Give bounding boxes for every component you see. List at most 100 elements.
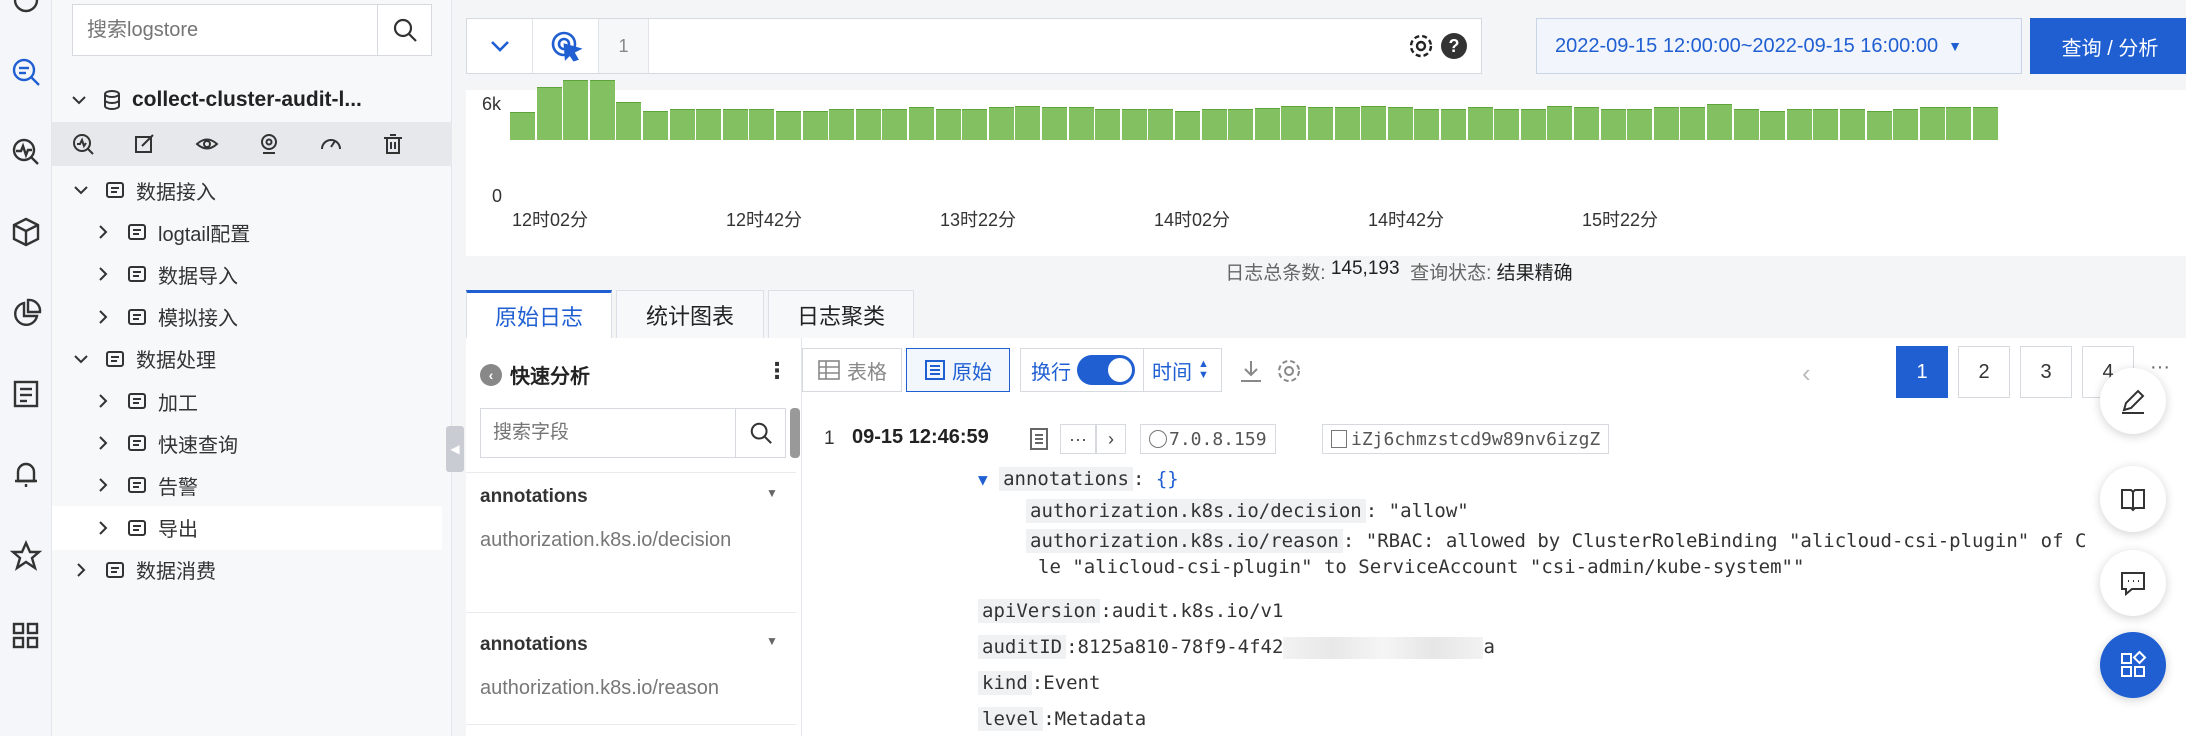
- tree-item[interactable]: 告警: [52, 463, 452, 507]
- project-row[interactable]: collect-cluster-audit-l...: [52, 78, 452, 122]
- histogram-bar[interactable]: [1467, 107, 1493, 140]
- query-analyze-button[interactable]: 查询 / 分析: [2030, 18, 2186, 74]
- raw-view-button[interactable]: 原始: [906, 348, 1010, 392]
- page-3-button[interactable]: 3: [2020, 346, 2072, 398]
- histogram-bar[interactable]: [1042, 107, 1068, 140]
- pie-chart-icon[interactable]: [0, 286, 52, 342]
- histogram-bar[interactable]: [1707, 104, 1733, 140]
- delete-action[interactable]: [362, 122, 424, 166]
- histogram-bar[interactable]: [1148, 109, 1174, 140]
- histogram-bar[interactable]: [643, 110, 669, 140]
- table-view-button[interactable]: 表格: [802, 348, 902, 392]
- histogram-bar[interactable]: [1387, 107, 1413, 140]
- chevron-down-icon[interactable]: [72, 181, 90, 199]
- histogram-bar[interactable]: [1201, 109, 1227, 140]
- collapse-triangle-icon[interactable]: ▼: [978, 470, 988, 489]
- histogram-bar[interactable]: [1733, 109, 1759, 140]
- histogram-bar[interactable]: [1494, 109, 1520, 140]
- tab-log-cluster[interactable]: 日志聚类: [768, 290, 914, 338]
- histogram-bar[interactable]: [1520, 109, 1546, 140]
- grid-apps-icon[interactable]: [0, 608, 52, 664]
- histogram-bar[interactable]: [669, 109, 695, 140]
- histogram-bar[interactable]: [1760, 110, 1786, 140]
- chevron-right-icon[interactable]: [94, 519, 112, 537]
- chevron-right-icon[interactable]: [72, 561, 90, 579]
- field-search-button[interactable]: [735, 409, 785, 457]
- histogram-bar[interactable]: [882, 109, 908, 140]
- histogram-bar[interactable]: [1015, 105, 1041, 140]
- tab-raw-logs[interactable]: 原始日志: [466, 290, 612, 338]
- chevron-right-icon[interactable]: [94, 223, 112, 241]
- query-assistant-button[interactable]: [533, 19, 599, 73]
- cube-icon[interactable]: [0, 204, 52, 260]
- prev-page-icon[interactable]: ‹: [1802, 358, 1811, 389]
- chevron-right-icon[interactable]: [94, 308, 112, 326]
- query-collapse-button[interactable]: [467, 19, 533, 73]
- tree-item[interactable]: 导出: [52, 505, 442, 550]
- query-editor[interactable]: [649, 19, 1407, 73]
- histogram-bar[interactable]: [1893, 109, 1919, 140]
- expand-caret-icon[interactable]: ▼: [766, 634, 778, 648]
- page-2-button[interactable]: 2: [1958, 346, 2010, 398]
- preview-action[interactable]: [176, 122, 238, 166]
- collapse-left-icon[interactable]: ‹: [480, 363, 502, 386]
- more-actions-button[interactable]: ···: [1060, 424, 1096, 454]
- histogram-bar[interactable]: [1254, 108, 1280, 140]
- histogram-bar[interactable]: [1680, 107, 1706, 140]
- tree-item[interactable]: 数据接入: [52, 168, 452, 212]
- chevron-right-icon[interactable]: [94, 265, 112, 283]
- chevron-right-icon[interactable]: [94, 392, 112, 410]
- histogram-bar[interactable]: [776, 110, 802, 140]
- logstore-search-input[interactable]: [73, 5, 377, 55]
- histogram-bar[interactable]: [909, 107, 935, 140]
- histogram-bar[interactable]: [1414, 109, 1440, 140]
- histogram-bar[interactable]: [616, 102, 642, 140]
- tree-item[interactable]: 加工: [52, 379, 452, 423]
- sort-icon[interactable]: ▲ ▼: [1198, 359, 1209, 381]
- histogram-bar[interactable]: [749, 109, 775, 140]
- tab-charts[interactable]: 统计图表: [616, 290, 764, 338]
- histogram-bar[interactable]: [1175, 110, 1201, 140]
- histogram-bar[interactable]: [1228, 109, 1254, 140]
- time-sort-label[interactable]: 时间: [1152, 356, 1192, 385]
- gauge-action[interactable]: [300, 122, 362, 166]
- histogram-bar[interactable]: [855, 109, 881, 140]
- histogram-bar[interactable]: [1308, 107, 1334, 140]
- chevron-right-icon[interactable]: [94, 476, 112, 494]
- apps-fab[interactable]: [2100, 632, 2166, 698]
- tree-item[interactable]: 数据处理: [52, 337, 452, 381]
- field-search-input[interactable]: [481, 409, 735, 457]
- expand-arrow-button[interactable]: ›: [1096, 424, 1126, 454]
- histogram-bar[interactable]: [1813, 109, 1839, 140]
- tree-item[interactable]: 模拟接入: [52, 295, 452, 339]
- more-vertical-icon[interactable]: ⋮: [766, 358, 788, 384]
- chevron-down-icon[interactable]: [72, 350, 90, 368]
- histogram-bar[interactable]: [589, 80, 615, 140]
- histogram-bar[interactable]: [1627, 109, 1653, 140]
- top-partial-icon[interactable]: [0, 0, 52, 28]
- histogram-bar[interactable]: [1334, 107, 1360, 140]
- analytics-action[interactable]: [52, 122, 114, 166]
- location-action[interactable]: [238, 122, 300, 166]
- download-icon[interactable]: [1238, 358, 1264, 384]
- settings-icon[interactable]: [1276, 358, 1302, 384]
- histogram-bar[interactable]: [1361, 105, 1387, 140]
- feedback-fab[interactable]: [2100, 550, 2166, 616]
- report-icon[interactable]: [0, 366, 52, 422]
- copy-doc-icon[interactable]: [1028, 426, 1050, 452]
- histogram-bar[interactable]: [536, 86, 562, 140]
- source-ip-tag[interactable]: 7.0.8.159: [1140, 424, 1276, 454]
- gear-icon[interactable]: [1407, 32, 1435, 60]
- tree-item[interactable]: logtail配置: [52, 210, 452, 254]
- host-id-tag[interactable]: iZj6chmzstcd9w89nv6izgZ: [1322, 424, 1610, 454]
- expand-caret-icon[interactable]: ▼: [766, 486, 778, 500]
- histogram-bar[interactable]: [1600, 109, 1626, 140]
- histogram-bar[interactable]: [935, 109, 961, 140]
- field-item[interactable]: annotations ▼ authorization.k8s.io/reaso…: [480, 634, 786, 704]
- time-range-picker[interactable]: 2022-09-15 12:00:00~2022-09-15 16:00:00 …: [1536, 18, 2022, 74]
- page-1-button[interactable]: 1: [1896, 346, 1948, 398]
- tree-item[interactable]: 数据消费: [52, 548, 452, 592]
- histogram-bar[interactable]: [988, 107, 1014, 140]
- histogram-bar[interactable]: [1840, 109, 1866, 140]
- histogram-bar[interactable]: [1281, 105, 1307, 140]
